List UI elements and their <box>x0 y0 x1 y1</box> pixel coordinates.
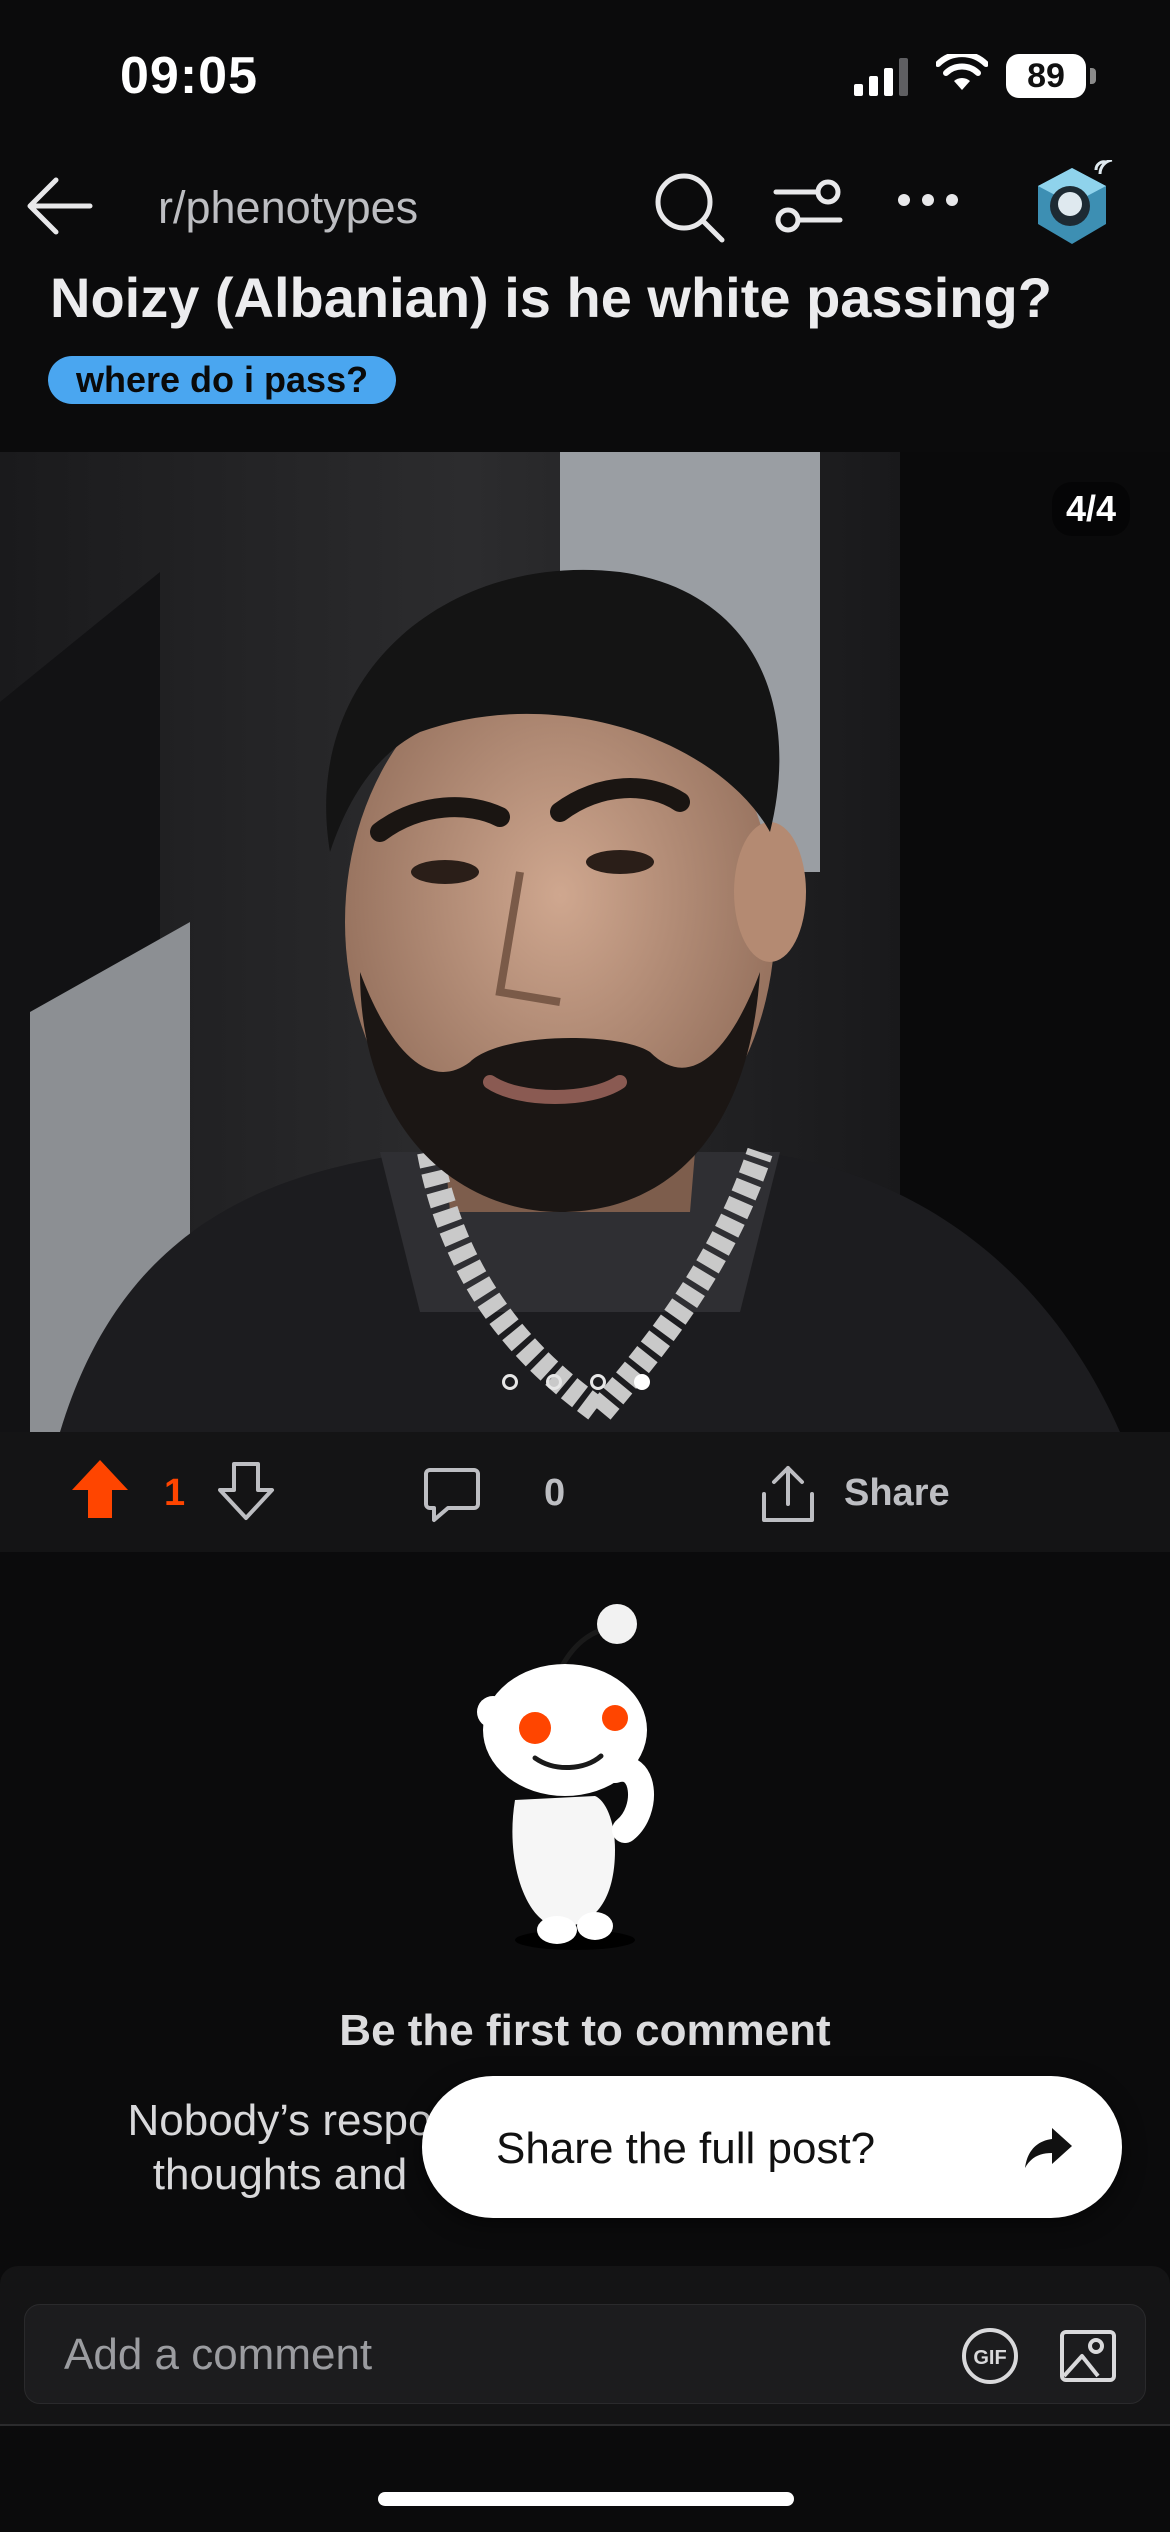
back-arrow-icon[interactable] <box>24 170 96 247</box>
share-button[interactable]: Share <box>844 1472 950 1515</box>
share-full-post-popup[interactable]: Share the full post? <box>422 2076 1122 2218</box>
battery-level: 89 <box>1006 54 1086 98</box>
post-title: Noizy (Albanian) is he white passing? <box>50 266 1052 329</box>
divider <box>0 2424 1170 2426</box>
battery-icon: 89 <box>1006 54 1096 98</box>
image-counter: 4/4 <box>1051 482 1130 536</box>
empty-state-title: Be the first to comment <box>339 2006 831 2055</box>
comment-placeholder[interactable]: Add a comment <box>64 2330 372 2380</box>
post-flair[interactable]: where do i pass? <box>48 356 397 404</box>
subreddit-name[interactable]: r/phenotypes <box>158 182 418 234</box>
upvote-icon[interactable] <box>70 1458 130 1525</box>
empty-state-subtitle: Nobody’s respo thoughts and <box>127 2096 433 2199</box>
gif-label: GIF <box>973 2347 1006 2369</box>
wifi-icon <box>935 51 989 99</box>
gallery-dots[interactable] <box>502 1374 650 1390</box>
search-icon[interactable] <box>652 170 728 251</box>
avatar[interactable] <box>1026 158 1118 252</box>
status-time: 09:05 <box>120 47 258 105</box>
image-upload-icon[interactable] <box>1058 2326 1118 2391</box>
share-popup-label: Share the full post? <box>496 2124 876 2173</box>
gallery-dot-active[interactable] <box>634 1374 650 1390</box>
post-image[interactable] <box>0 452 1170 1432</box>
gallery-dot[interactable] <box>502 1374 518 1390</box>
reddit-mascot-icon <box>465 1600 705 1965</box>
vote-count: 1 <box>164 1472 186 1514</box>
signal-icon <box>852 58 916 101</box>
comment-count: 0 <box>544 1472 566 1514</box>
more-icon[interactable] <box>896 190 960 215</box>
share-forward-icon[interactable] <box>1022 2122 1074 2179</box>
filter-icon[interactable] <box>772 172 844 245</box>
comment-icon[interactable] <box>422 1464 482 1529</box>
downvote-icon[interactable] <box>216 1460 276 1527</box>
gallery-dot[interactable] <box>590 1374 606 1390</box>
gallery-dot[interactable] <box>546 1374 562 1390</box>
share-icon[interactable] <box>758 1464 818 1529</box>
home-indicator[interactable] <box>378 2492 794 2506</box>
gif-button[interactable]: GIF <box>960 2326 1020 2391</box>
